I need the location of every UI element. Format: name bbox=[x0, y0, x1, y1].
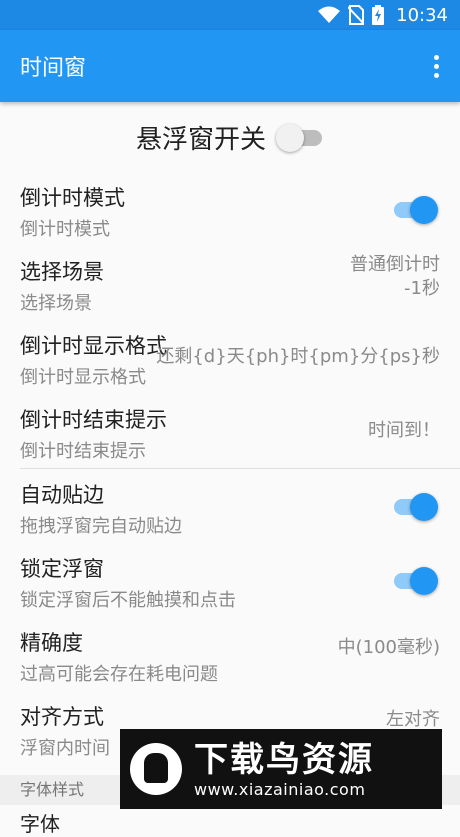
watermark-url: www.xiazainiao.com bbox=[194, 779, 366, 799]
setting-title: 精确度 bbox=[20, 631, 83, 655]
setting-lock-window[interactable]: 锁定浮窗 锁定浮窗后不能触摸和点击 bbox=[0, 543, 460, 617]
watermark-title: 下载鸟资源 bbox=[194, 739, 374, 780]
setting-value-line-1: 普通倒计时 bbox=[350, 254, 440, 275]
setting-value: 左对齐 bbox=[386, 709, 440, 730]
setting-precision[interactable]: 精确度 过高可能会存在耗电问题 中(100毫秒) bbox=[0, 617, 460, 691]
wifi-icon bbox=[318, 6, 341, 23]
setting-summary: 倒计时结束提示 bbox=[20, 441, 146, 462]
master-toggle-row[interactable]: 悬浮窗开关 bbox=[0, 102, 460, 172]
setting-value: 中(100毫秒) bbox=[337, 637, 440, 658]
setting-summary: 倒计时显示格式 bbox=[20, 367, 146, 388]
setting-end-prompt[interactable]: 倒计时结束提示 倒计时结束提示 时间到！ bbox=[0, 394, 460, 468]
countdown-mode-switch[interactable] bbox=[392, 194, 438, 224]
setting-display-format[interactable]: 倒计时显示格式 倒计时显示格式 还剩{d}天{ph}时{pm}分{ps}秒 bbox=[0, 320, 460, 394]
setting-summary: 倒计时模式 bbox=[20, 219, 110, 240]
setting-value-line-2: -1秒 bbox=[404, 278, 440, 299]
app-bar: 时间窗 bbox=[0, 30, 460, 102]
setting-summary: 拖拽浮窗完自动贴边 bbox=[20, 516, 182, 537]
setting-title-font[interactable]: 字体 bbox=[20, 808, 60, 837]
setting-auto-edge[interactable]: 自动贴边 拖拽浮窗完自动贴边 bbox=[0, 469, 460, 543]
battery-charging-icon bbox=[372, 5, 385, 25]
master-toggle-switch[interactable] bbox=[276, 122, 324, 152]
watermark-text: 下载鸟资源 www.xiazainiao.com bbox=[194, 740, 374, 799]
setting-summary: 过高可能会存在耗电问题 bbox=[20, 664, 218, 685]
setting-title: 倒计时结束提示 bbox=[20, 408, 167, 432]
settings-list: 悬浮窗开关 倒计时模式 倒计时模式 选择场景 选择场景 普通倒计时 -1秒 倒计… bbox=[0, 102, 460, 765]
setting-value: 还剩{d}天{ph}时{pm}分{ps}秒 bbox=[156, 346, 440, 367]
setting-summary: 锁定浮窗后不能触摸和点击 bbox=[20, 590, 236, 611]
watermark-banner: 下载鸟资源 www.xiazainiao.com bbox=[120, 729, 442, 809]
app-title: 时间窗 bbox=[20, 56, 87, 81]
setting-scene[interactable]: 选择场景 选择场景 普通倒计时 -1秒 bbox=[0, 246, 460, 320]
setting-summary: 选择场景 bbox=[20, 293, 92, 314]
setting-title: 倒计时模式 bbox=[20, 186, 125, 210]
setting-title: 倒计时显示格式 bbox=[20, 334, 167, 358]
status-time: 10:34 bbox=[396, 4, 448, 26]
no-sim-icon bbox=[348, 5, 365, 25]
setting-title: 自动贴边 bbox=[20, 483, 104, 507]
status-bar: 10:34 bbox=[0, 0, 460, 30]
bird-logo-icon bbox=[130, 743, 182, 795]
setting-title: 锁定浮窗 bbox=[20, 557, 104, 581]
setting-value: 时间到！ bbox=[368, 420, 440, 441]
auto-edge-switch[interactable] bbox=[392, 491, 438, 521]
setting-countdown-mode[interactable]: 倒计时模式 倒计时模式 bbox=[0, 172, 460, 246]
setting-summary: 浮窗内时间 bbox=[20, 738, 110, 759]
setting-title: 对齐方式 bbox=[20, 705, 104, 729]
master-toggle-label: 悬浮窗开关 bbox=[135, 124, 266, 155]
lock-window-switch[interactable] bbox=[392, 565, 438, 595]
setting-title: 选择场景 bbox=[20, 260, 104, 284]
more-vert-icon[interactable] bbox=[426, 52, 446, 80]
